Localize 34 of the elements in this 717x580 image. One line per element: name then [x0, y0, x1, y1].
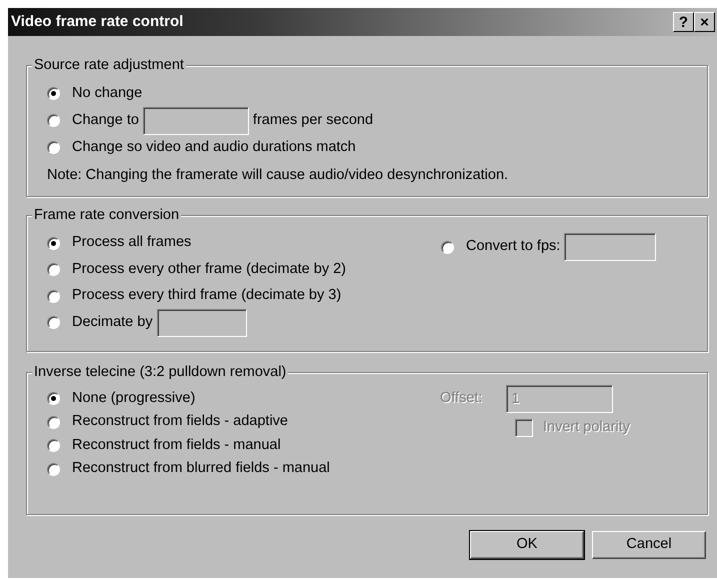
close-button[interactable]: × — [694, 12, 715, 32]
option-label[interactable]: Process every other frame (decimate by 2) — [72, 258, 346, 281]
option-label[interactable]: Process every third frame (decimate by 3) — [72, 285, 342, 308]
help-button[interactable]: ? — [673, 12, 694, 32]
option-label[interactable]: Reconstruct from fields - adaptive — [72, 411, 288, 434]
group-title: Source rate adjustment — [32, 57, 186, 74]
radio-button[interactable] — [47, 392, 60, 406]
radio-button[interactable] — [47, 263, 60, 276]
cancel-button[interactable]: Cancel — [592, 531, 706, 559]
option-label[interactable]: Process all frames — [72, 232, 192, 254]
radio-button[interactable] — [47, 462, 60, 476]
group-title: Inverse telecine (3:2 pulldown removal) — [32, 364, 288, 381]
radio-button[interactable] — [47, 141, 60, 154]
option-label[interactable]: Reconstruct from blurred fields - manual — [72, 458, 330, 480]
option-label[interactable]: No change — [72, 82, 142, 104]
radio-button[interactable] — [47, 87, 60, 100]
option-label[interactable]: Convert to fps: — [466, 236, 560, 258]
ok-button[interactable]: OK — [470, 531, 584, 559]
option-label[interactable]: Change so video and audio durations match — [72, 136, 356, 158]
option-label[interactable]: None (progressive) — [72, 388, 196, 410]
field-label: Offset: — [440, 388, 482, 408]
radio-button[interactable] — [47, 114, 60, 127]
radio-button[interactable] — [47, 236, 60, 250]
radio-button[interactable] — [47, 290, 60, 303]
field-label: frames per second — [252, 110, 374, 130]
radio-button[interactable] — [47, 439, 60, 452]
option-label[interactable]: Reconstruct from fields - manual — [72, 434, 281, 457]
note-text: Note: Changing the framerate will cause audio/video desynchronization. — [47, 166, 510, 185]
radio-button[interactable] — [441, 240, 454, 254]
radio-button[interactable] — [47, 416, 60, 429]
radio-button[interactable] — [47, 316, 60, 330]
option-label[interactable]: Change to — [72, 110, 139, 132]
option-label[interactable]: Decimate by — [72, 312, 153, 334]
window-title: Video frame rate control — [11, 12, 184, 32]
